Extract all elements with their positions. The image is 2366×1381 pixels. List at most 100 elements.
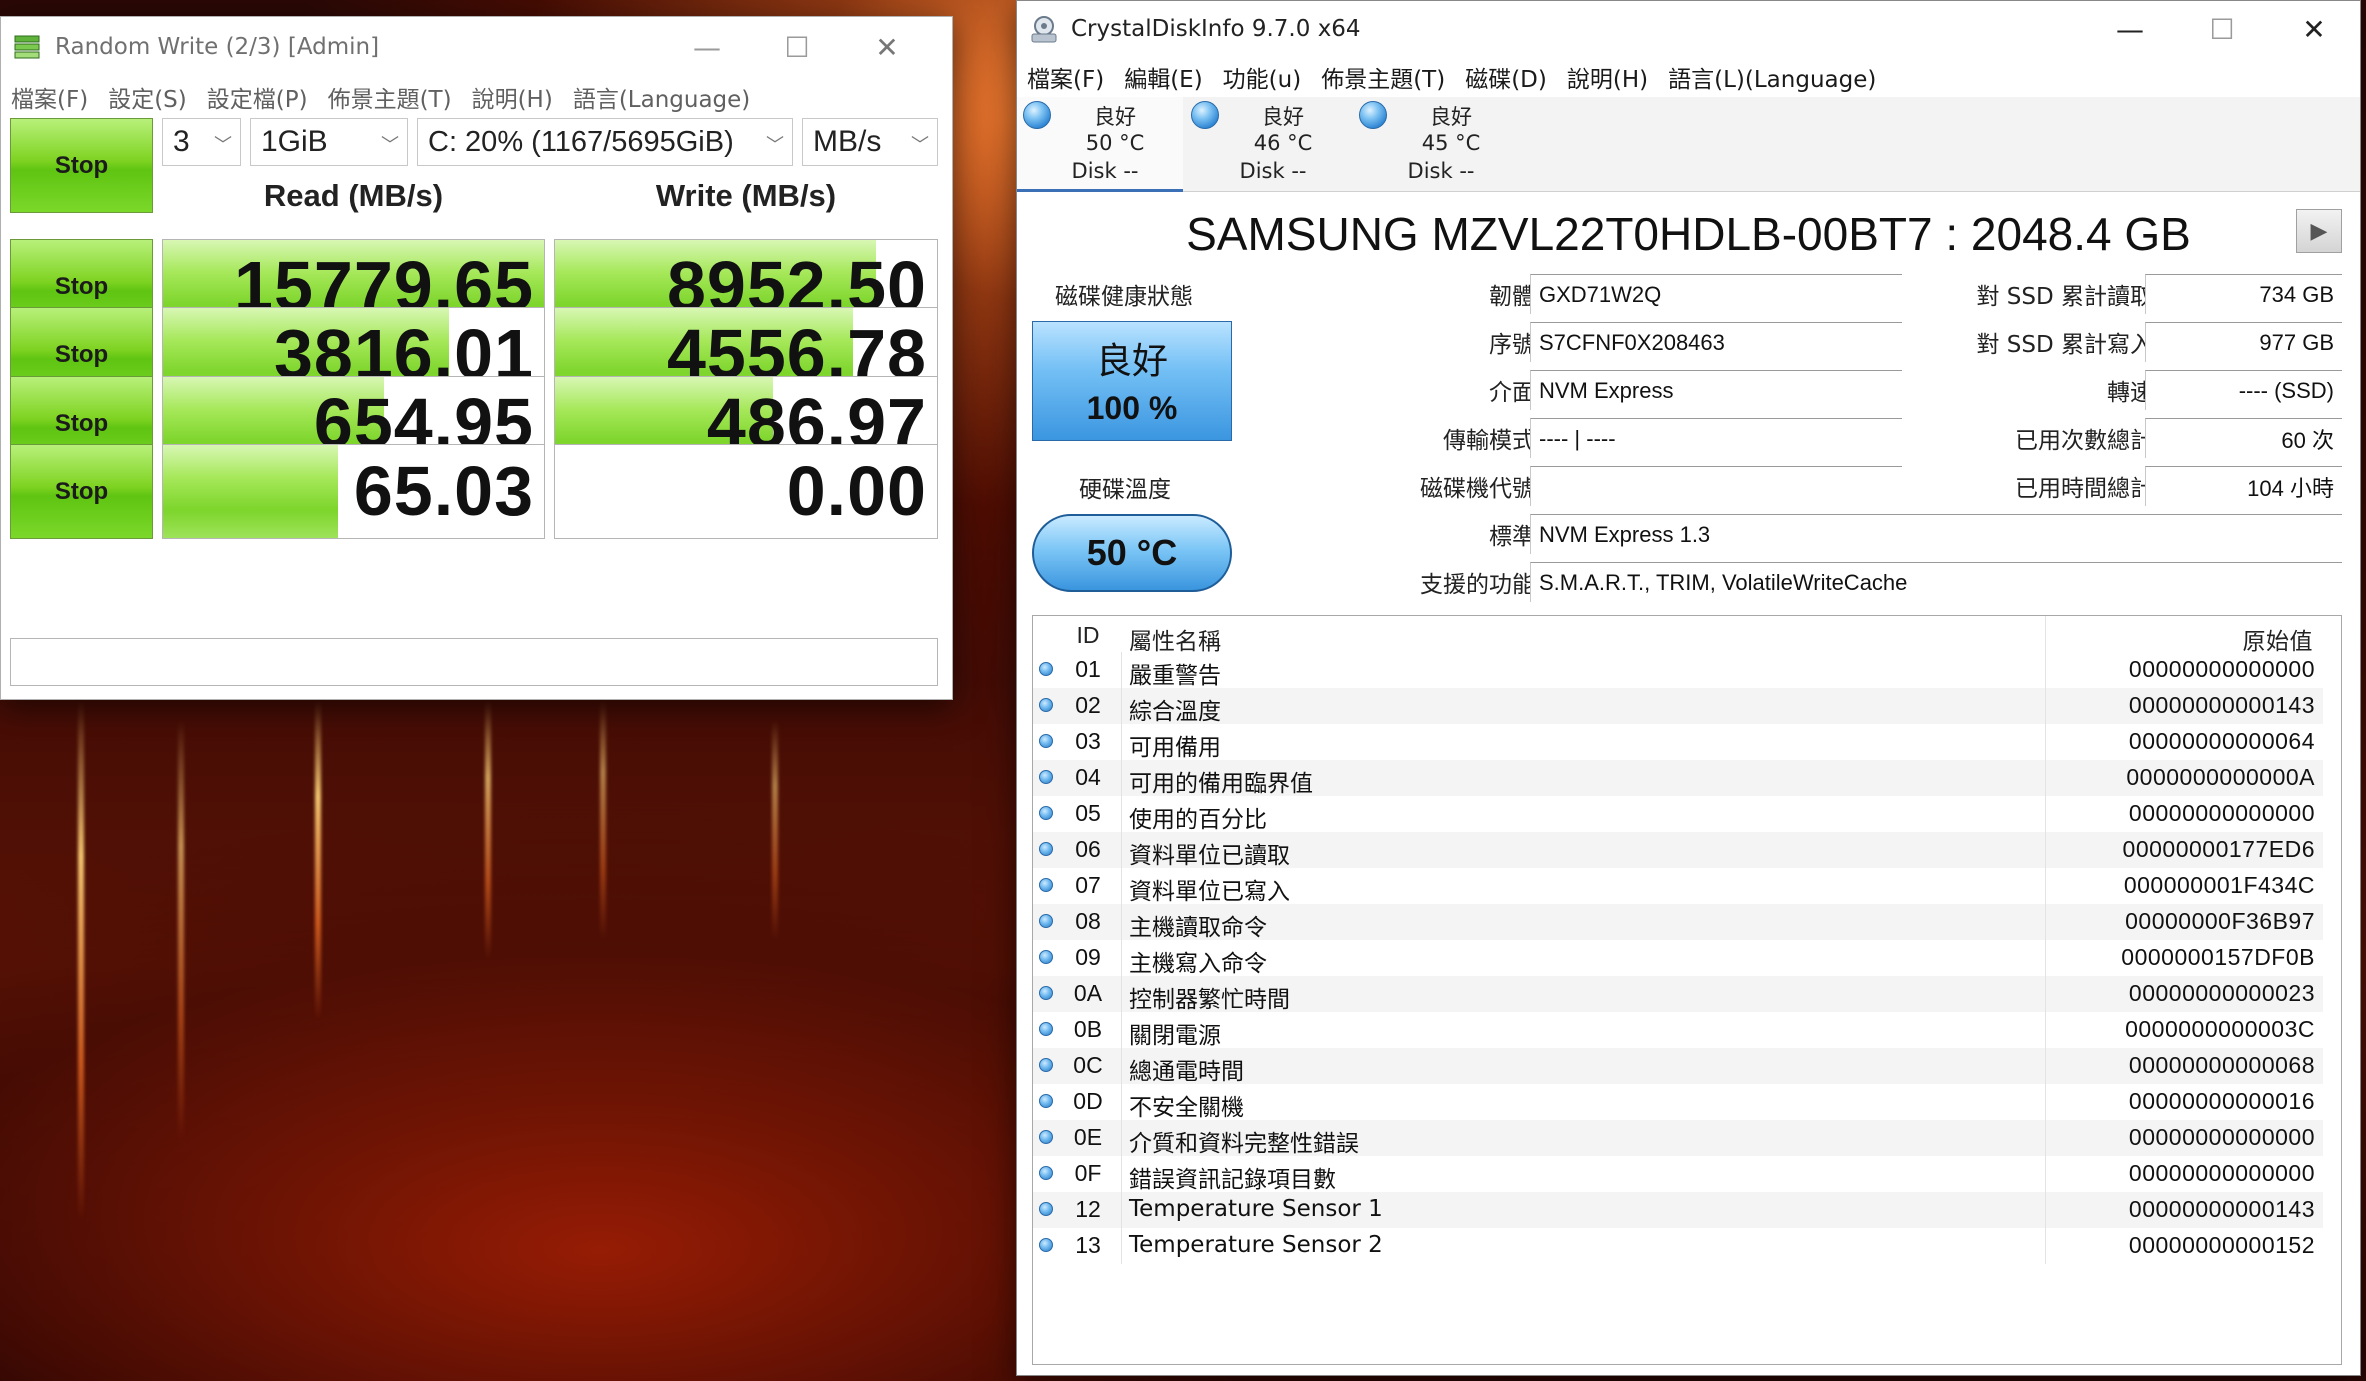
cdi-titlebar[interactable]: CrystalDiskInfo 9.7.0 x64 — ☐ ✕ — [1017, 1, 2360, 57]
status-dot-icon — [1039, 842, 1053, 856]
table-row[interactable]: 0D 不安全關機 00000000000016 — [1033, 1084, 2323, 1121]
write-header: Write (MB/s) — [655, 178, 837, 213]
menu-file[interactable]: 檔案(F) — [1017, 60, 1114, 94]
firmware-label: 韌體 — [1489, 284, 1535, 310]
menu-profile[interactable]: 設定檔(P) — [197, 80, 318, 114]
smart-raw-value: 0000000000000A — [2126, 764, 2315, 790]
maximize-button[interactable]: ☐ — [2176, 1, 2268, 57]
stop-button-row-4[interactable]: Stop — [10, 444, 153, 539]
unit-value: MB/s — [813, 125, 882, 158]
test-count-value: 3 — [173, 125, 190, 158]
disk-tab-3[interactable]: 良好 45 °C Disk -- — [1353, 97, 1519, 192]
close-button[interactable]: ✕ — [842, 17, 932, 77]
read-result-cell: 65.03 — [162, 444, 545, 539]
smart-id: 0A — [1073, 980, 1103, 1006]
firmware-field: GXD71W2Q — [1530, 274, 1902, 314]
table-row[interactable]: 04 可用的備用臨界值 0000000000000A — [1033, 760, 2323, 797]
test-count-select[interactable]: 3 ﹀ — [162, 118, 241, 166]
disk-tab-name: Disk -- — [1071, 159, 1139, 183]
menu-theme[interactable]: 佈景主題(T) — [318, 80, 462, 114]
disk-info-icon — [1031, 16, 1057, 43]
status-dot-icon — [1039, 914, 1053, 928]
cdm-titlebar[interactable]: Random Write (2/3) [Admin] — ☐ ✕ — [1, 17, 952, 77]
column-divider — [2045, 688, 2046, 724]
transfer-mode-field: ---- | ---- — [1530, 418, 1902, 458]
disk-tab-1[interactable]: 良好 50 °C Disk -- — [1017, 97, 1183, 192]
disk-tab-2[interactable]: 良好 46 °C Disk -- — [1185, 97, 1351, 192]
table-row[interactable]: 05 使用的百分比 00000000000000 — [1033, 796, 2323, 833]
smart-id: 02 — [1075, 692, 1101, 718]
unit-select[interactable]: MB/s ﹀ — [802, 118, 938, 166]
table-row[interactable]: 01 嚴重警告 00000000000000 — [1033, 652, 2323, 689]
table-row[interactable]: 09 主機寫入命令 0000000157DF0B — [1033, 940, 2323, 977]
health-status-badge[interactable]: 良好 100 % — [1032, 321, 1232, 441]
table-row[interactable]: 0E 介質和資料完整性錯誤 00000000000000 — [1033, 1120, 2323, 1157]
smart-attribute-name: Temperature Sensor 2 — [1129, 1232, 1383, 1258]
all-stop-button[interactable]: Stop — [10, 118, 153, 213]
table-row[interactable]: 07 資料單位已寫入 000000001F434C — [1033, 868, 2323, 905]
smart-raw-value: 00000000000000 — [2128, 1124, 2315, 1150]
table-row[interactable]: 08 主機讀取命令 00000000F36B97 — [1033, 904, 2323, 941]
table-row[interactable]: 02 綜合溫度 00000000000143 — [1033, 688, 2323, 725]
table-row[interactable]: 0F 錯誤資訊記錄項目數 00000000000000 — [1033, 1156, 2323, 1193]
minimize-button[interactable]: — — [2084, 1, 2176, 57]
menu-theme[interactable]: 佈景主題(T) — [1311, 60, 1455, 94]
cdi-menubar: 檔案(F) 編輯(E) 功能(u) 佈景主題(T) 磁碟(D) 說明(H) 語言… — [1017, 57, 2360, 97]
column-divider — [1121, 1012, 1122, 1048]
menu-settings[interactable]: 設定(S) — [98, 80, 197, 114]
smart-id: 0F — [1074, 1160, 1102, 1186]
smart-id: 06 — [1075, 836, 1101, 862]
table-row[interactable]: 12 Temperature Sensor 1 00000000000143 — [1033, 1192, 2323, 1228]
table-row[interactable]: 0B 關閉電源 0000000000003C — [1033, 1012, 2323, 1049]
crystaldiskinfo-window: CrystalDiskInfo 9.7.0 x64 — ☐ ✕ 檔案(F) 編輯… — [1016, 0, 2361, 1376]
table-row[interactable]: 03 可用備用 00000000000064 — [1033, 724, 2323, 761]
status-dot-icon — [1039, 1094, 1053, 1108]
table-row[interactable]: 13 Temperature Sensor 2 00000000000152 — [1033, 1228, 2323, 1264]
health-percent: 100 % — [1086, 390, 1178, 426]
menu-language[interactable]: 語言(Language) — [563, 80, 760, 114]
health-status-text: 良好 — [1095, 341, 1168, 382]
column-divider — [2045, 976, 2046, 1012]
disk-tab-temp: 45 °C — [1421, 131, 1481, 155]
menu-language[interactable]: 語言(L)(Language) — [1658, 60, 1886, 94]
cdi-window-title: CrystalDiskInfo 9.7.0 x64 — [1071, 16, 1361, 42]
disk-tabs: 良好 50 °C Disk -- 良好 46 °C Disk -- 良好 45 … — [1017, 97, 2360, 192]
minimize-button[interactable]: — — [662, 17, 752, 77]
status-dot-icon — [1039, 734, 1053, 748]
temperature-badge[interactable]: 50 °C — [1032, 514, 1232, 592]
column-divider — [2045, 796, 2046, 832]
column-header-raw[interactable]: 原始值 — [2243, 622, 2314, 656]
table-header: ID 屬性名稱 原始值 — [1033, 616, 2341, 655]
next-disk-button[interactable]: ▶ — [2296, 209, 2342, 253]
host-reads-label: 對 SSD 累計讀取 — [1976, 284, 2153, 310]
power-on-count-label: 已用次數總計 — [2015, 428, 2153, 454]
smart-attribute-name: 控制器繁忙時間 — [1129, 987, 1290, 1013]
drive-select[interactable]: C: 20% (1167/5695GiB) ﹀ — [417, 118, 793, 166]
interface-label: 介面 — [1489, 380, 1535, 406]
smart-attribute-name: 關閉電源 — [1129, 1023, 1221, 1049]
table-row[interactable]: 06 資料單位已讀取 00000000177ED6 — [1033, 832, 2323, 869]
maximize-button[interactable]: ☐ — [752, 17, 842, 77]
table-row[interactable]: 0C 總通電時間 00000000000068 — [1033, 1048, 2323, 1085]
test-size-select[interactable]: 1GiB ﹀ — [250, 118, 408, 166]
column-header-name[interactable]: 屬性名稱 — [1129, 622, 1221, 656]
smart-attribute-name: 可用的備用臨界值 — [1129, 771, 1313, 797]
menu-file[interactable]: 檔案(F) — [1, 80, 98, 114]
menu-function[interactable]: 功能(u) — [1213, 60, 1312, 94]
smart-raw-value: 00000000000064 — [2128, 728, 2315, 754]
wallpaper-light-streak — [78, 700, 84, 1220]
table-row[interactable]: 0A 控制器繁忙時間 00000000000023 — [1033, 976, 2323, 1013]
column-divider — [1121, 976, 1122, 1012]
menu-edit[interactable]: 編輯(E) — [1114, 60, 1212, 94]
column-divider — [1121, 832, 1122, 868]
menu-help[interactable]: 說明(H) — [1557, 60, 1658, 94]
disk-tab-temp: 46 °C — [1253, 131, 1313, 155]
disk-tab-temp: 50 °C — [1085, 131, 1145, 155]
column-header-id[interactable]: ID — [1063, 622, 1113, 649]
close-button[interactable]: ✕ — [2268, 1, 2360, 57]
menu-help[interactable]: 說明(H) — [462, 80, 563, 114]
menu-disk[interactable]: 磁碟(D) — [1455, 60, 1557, 94]
smart-attributes-table[interactable]: ID 屬性名稱 原始值 01 嚴重警告 00000000000000 02 綜合溫度 00… — [1032, 615, 2342, 1365]
smart-attribute-name: 主機寫入命令 — [1129, 951, 1267, 977]
comment-input[interactable] — [10, 638, 938, 686]
